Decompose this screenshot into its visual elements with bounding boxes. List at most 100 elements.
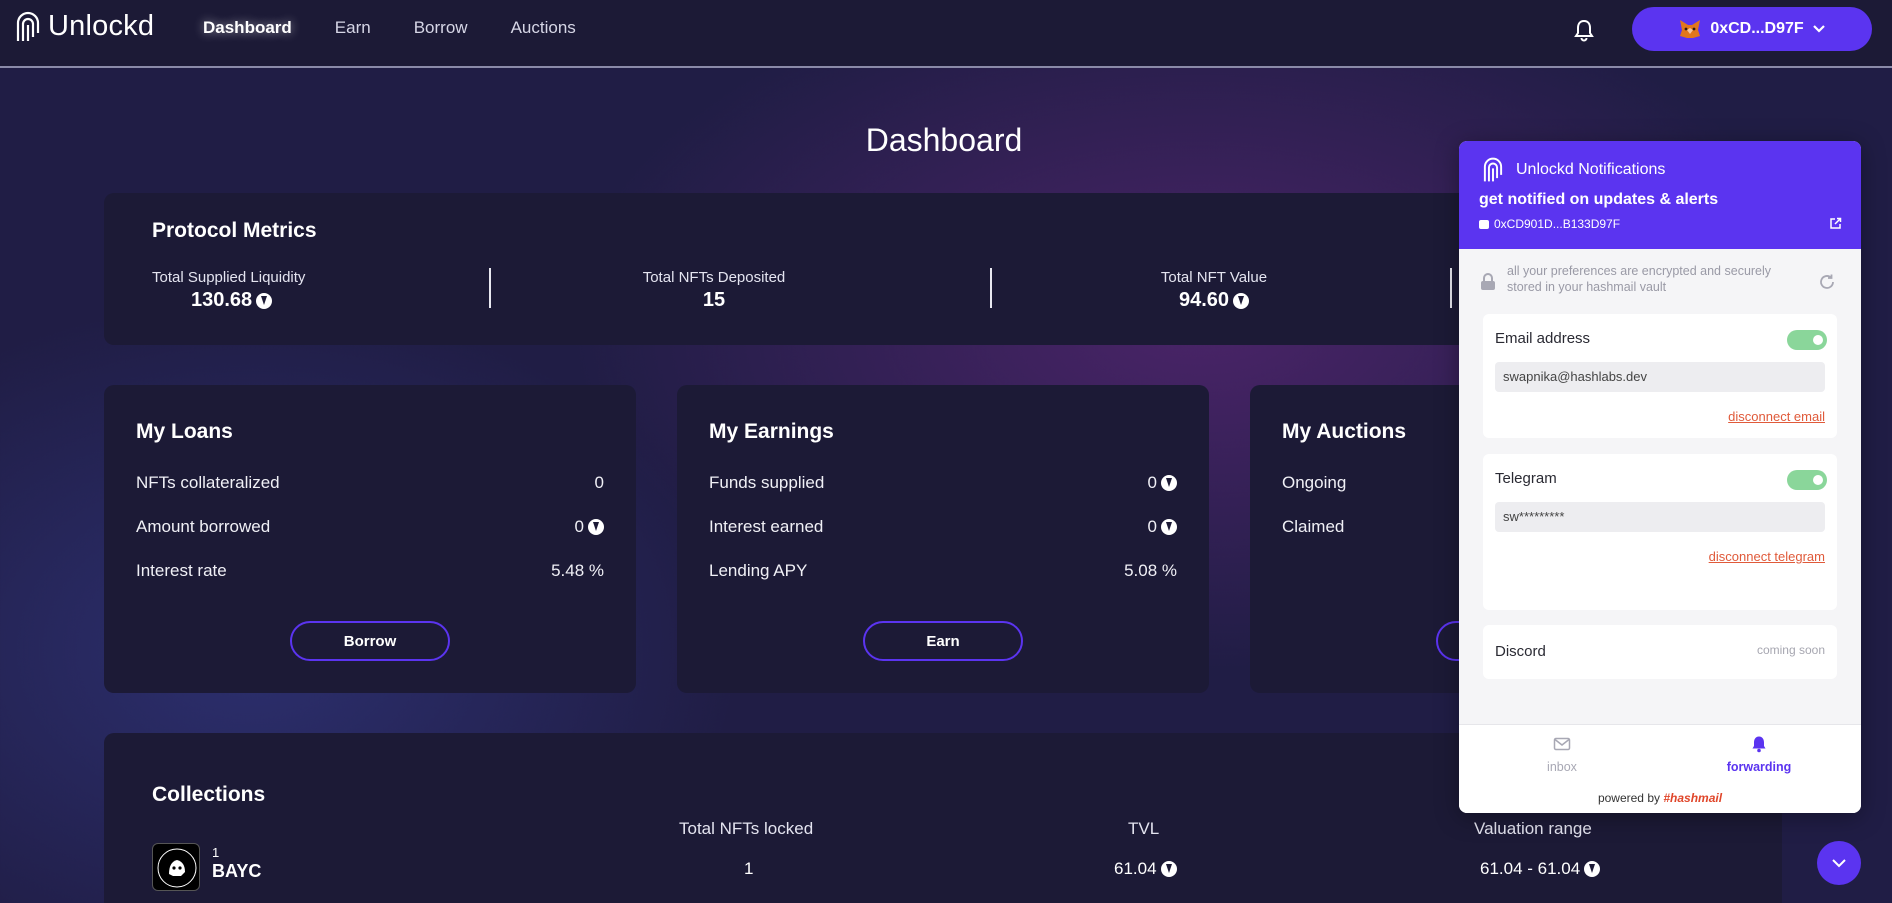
main-nav: Dashboard Earn Borrow Auctions <box>203 18 576 38</box>
notifications-panel: Unlockd Notifications get notified on up… <box>1459 141 1861 813</box>
powered-by: powered by #hashmail <box>1459 791 1861 805</box>
lock-icon <box>1481 273 1495 290</box>
notifications-header: Unlockd Notifications get notified on up… <box>1459 141 1861 249</box>
tab-inbox[interactable]: inbox <box>1462 735 1662 774</box>
eth-icon <box>1161 519 1177 535</box>
refresh-icon[interactable] <box>1817 272 1837 292</box>
card-title: My Loans <box>136 420 233 443</box>
table-cell-wrap: 61.04 <box>1114 859 1177 879</box>
notifications-title: Unlockd Notifications <box>1516 161 1666 178</box>
my-loans-card: My Loans NFTs collateralized 0 Amount bo… <box>104 385 636 693</box>
metric-label: Total Supplied Liquidity <box>152 269 306 286</box>
metrics-title: Protocol Metrics <box>152 219 317 242</box>
card-title: My Earnings <box>709 420 834 443</box>
row-value-wrap: 0 <box>1148 473 1177 493</box>
tab-label: forwarding <box>1726 760 1792 774</box>
list-item: NFTs collateralized 0 <box>136 473 604 493</box>
nav-auctions[interactable]: Auctions <box>511 18 576 38</box>
scroll-down-button[interactable] <box>1817 841 1861 885</box>
preferences-note: all your preferences are encrypted and s… <box>1479 263 1839 303</box>
discord-section: Discord coming soon <box>1483 625 1837 679</box>
table-cell-wrap: 61.04 - 61.04 <box>1480 859 1601 879</box>
metric-value-wrap: 130.68 <box>152 289 305 312</box>
collections-title: Collections <box>152 783 266 806</box>
metric-supplied-liquidity: Total Supplied Liquidity 130.68 <box>152 269 305 312</box>
telegram-section: Telegram sw********* disconnect telegram <box>1483 454 1837 610</box>
metric-nft-value: Total NFT Value 94.60 <box>1124 269 1304 312</box>
row-label: Claimed <box>1282 517 1345 536</box>
mail-icon <box>1553 737 1571 751</box>
row-label: Interest rate <box>136 561 227 580</box>
column-header: TVL <box>1128 819 1160 838</box>
unlockd-logo-icon <box>16 11 40 41</box>
email-label: Email address <box>1495 330 1591 347</box>
disconnect-email-link[interactable]: disconnect email <box>1728 409 1825 424</box>
email-toggle[interactable] <box>1787 330 1827 350</box>
chevron-down-icon <box>1812 25 1825 33</box>
unlockd-logo-icon <box>1483 157 1503 182</box>
row-label: Ongoing <box>1282 473 1347 492</box>
email-section: Email address swapnika@hashlabs.dev disc… <box>1483 314 1837 438</box>
wallet-button[interactable]: 0xCD...D97F <box>1632 7 1872 51</box>
row-value: 0 <box>594 473 604 492</box>
email-field[interactable]: swapnika@hashlabs.dev <box>1495 362 1825 392</box>
divider <box>990 268 992 308</box>
hashmail-brand[interactable]: #hashmail <box>1663 791 1722 805</box>
top-navbar: Unlockd Dashboard Earn Borrow Auctions 0… <box>0 0 1892 68</box>
discord-label: Discord <box>1495 643 1546 660</box>
metric-value: 15 <box>702 289 726 311</box>
metric-value: 130.68 <box>191 289 253 311</box>
external-link-icon[interactable] <box>1829 217 1842 230</box>
preferences-text: all your preferences are encrypted and s… <box>1507 264 1772 294</box>
telegram-label: Telegram <box>1495 470 1557 487</box>
table-cell: 61.04 - 61.04 <box>1480 859 1581 878</box>
tab-forwarding[interactable]: forwarding <box>1659 735 1859 774</box>
app-logo[interactable]: Unlockd <box>14 10 154 43</box>
eth-icon <box>256 292 273 309</box>
earn-button[interactable]: Earn <box>863 621 1023 661</box>
nav-borrow[interactable]: Borrow <box>414 18 468 38</box>
row-label: Interest earned <box>709 517 824 536</box>
row-value-wrap: 0 <box>1148 517 1177 537</box>
eth-icon <box>1584 861 1601 877</box>
metric-label: Total NFT Value <box>1160 269 1268 286</box>
borrow-button[interactable]: Borrow <box>290 621 450 661</box>
row-label: Amount borrowed <box>136 517 271 536</box>
notifications-address: 0xCD901D...B133D97F <box>1479 217 1620 231</box>
chevron-down-icon <box>1832 859 1846 868</box>
powered-by-text: powered by <box>1597 791 1660 805</box>
nav-earn[interactable]: Earn <box>335 18 371 38</box>
metric-value-wrap: 94.60 <box>1124 289 1304 312</box>
collection-name[interactable]: BAYC <box>212 861 261 882</box>
notifications-footer: inbox forwarding powered by #hashmail <box>1459 724 1861 813</box>
row-label: NFTs collateralized <box>136 473 280 492</box>
eth-icon <box>1161 475 1177 491</box>
list-item: Interest earned 0 <box>709 517 1177 537</box>
table-cell: 61.04 <box>1114 859 1157 878</box>
telegram-field[interactable]: sw********* <box>1495 502 1825 532</box>
wallet-icon <box>1479 219 1489 229</box>
divider <box>1450 268 1452 308</box>
bayc-avatar[interactable] <box>152 843 200 891</box>
notifications-subtitle: get notified on updates & alerts <box>1479 191 1719 208</box>
collection-index: 1 <box>212 845 220 860</box>
bell-icon[interactable] <box>1573 18 1595 42</box>
eth-icon <box>1160 861 1177 877</box>
metric-label: Total NFTs Deposited <box>642 269 786 286</box>
tab-label: inbox <box>1547 760 1577 774</box>
telegram-toggle[interactable] <box>1787 470 1827 490</box>
disconnect-telegram-link[interactable]: disconnect telegram <box>1709 549 1825 564</box>
metric-nfts-deposited: Total NFTs Deposited 15 <box>624 269 804 312</box>
row-value: 0 <box>1147 473 1157 492</box>
ape-logo-icon <box>157 848 197 888</box>
card-title: My Auctions <box>1282 420 1407 443</box>
column-header: Valuation range <box>1474 819 1592 838</box>
app-name: Unlockd <box>48 10 155 42</box>
row-value-wrap: 0 <box>575 517 604 537</box>
metric-value-wrap: 15 <box>624 289 804 312</box>
list-item: Interest rate 5.48 % <box>136 561 604 581</box>
metamask-fox-icon <box>1680 20 1701 38</box>
nav-dashboard[interactable]: Dashboard <box>203 18 292 38</box>
list-item: Lending APY 5.08 % <box>709 561 1177 581</box>
column-header: Total NFTs locked <box>679 819 814 838</box>
